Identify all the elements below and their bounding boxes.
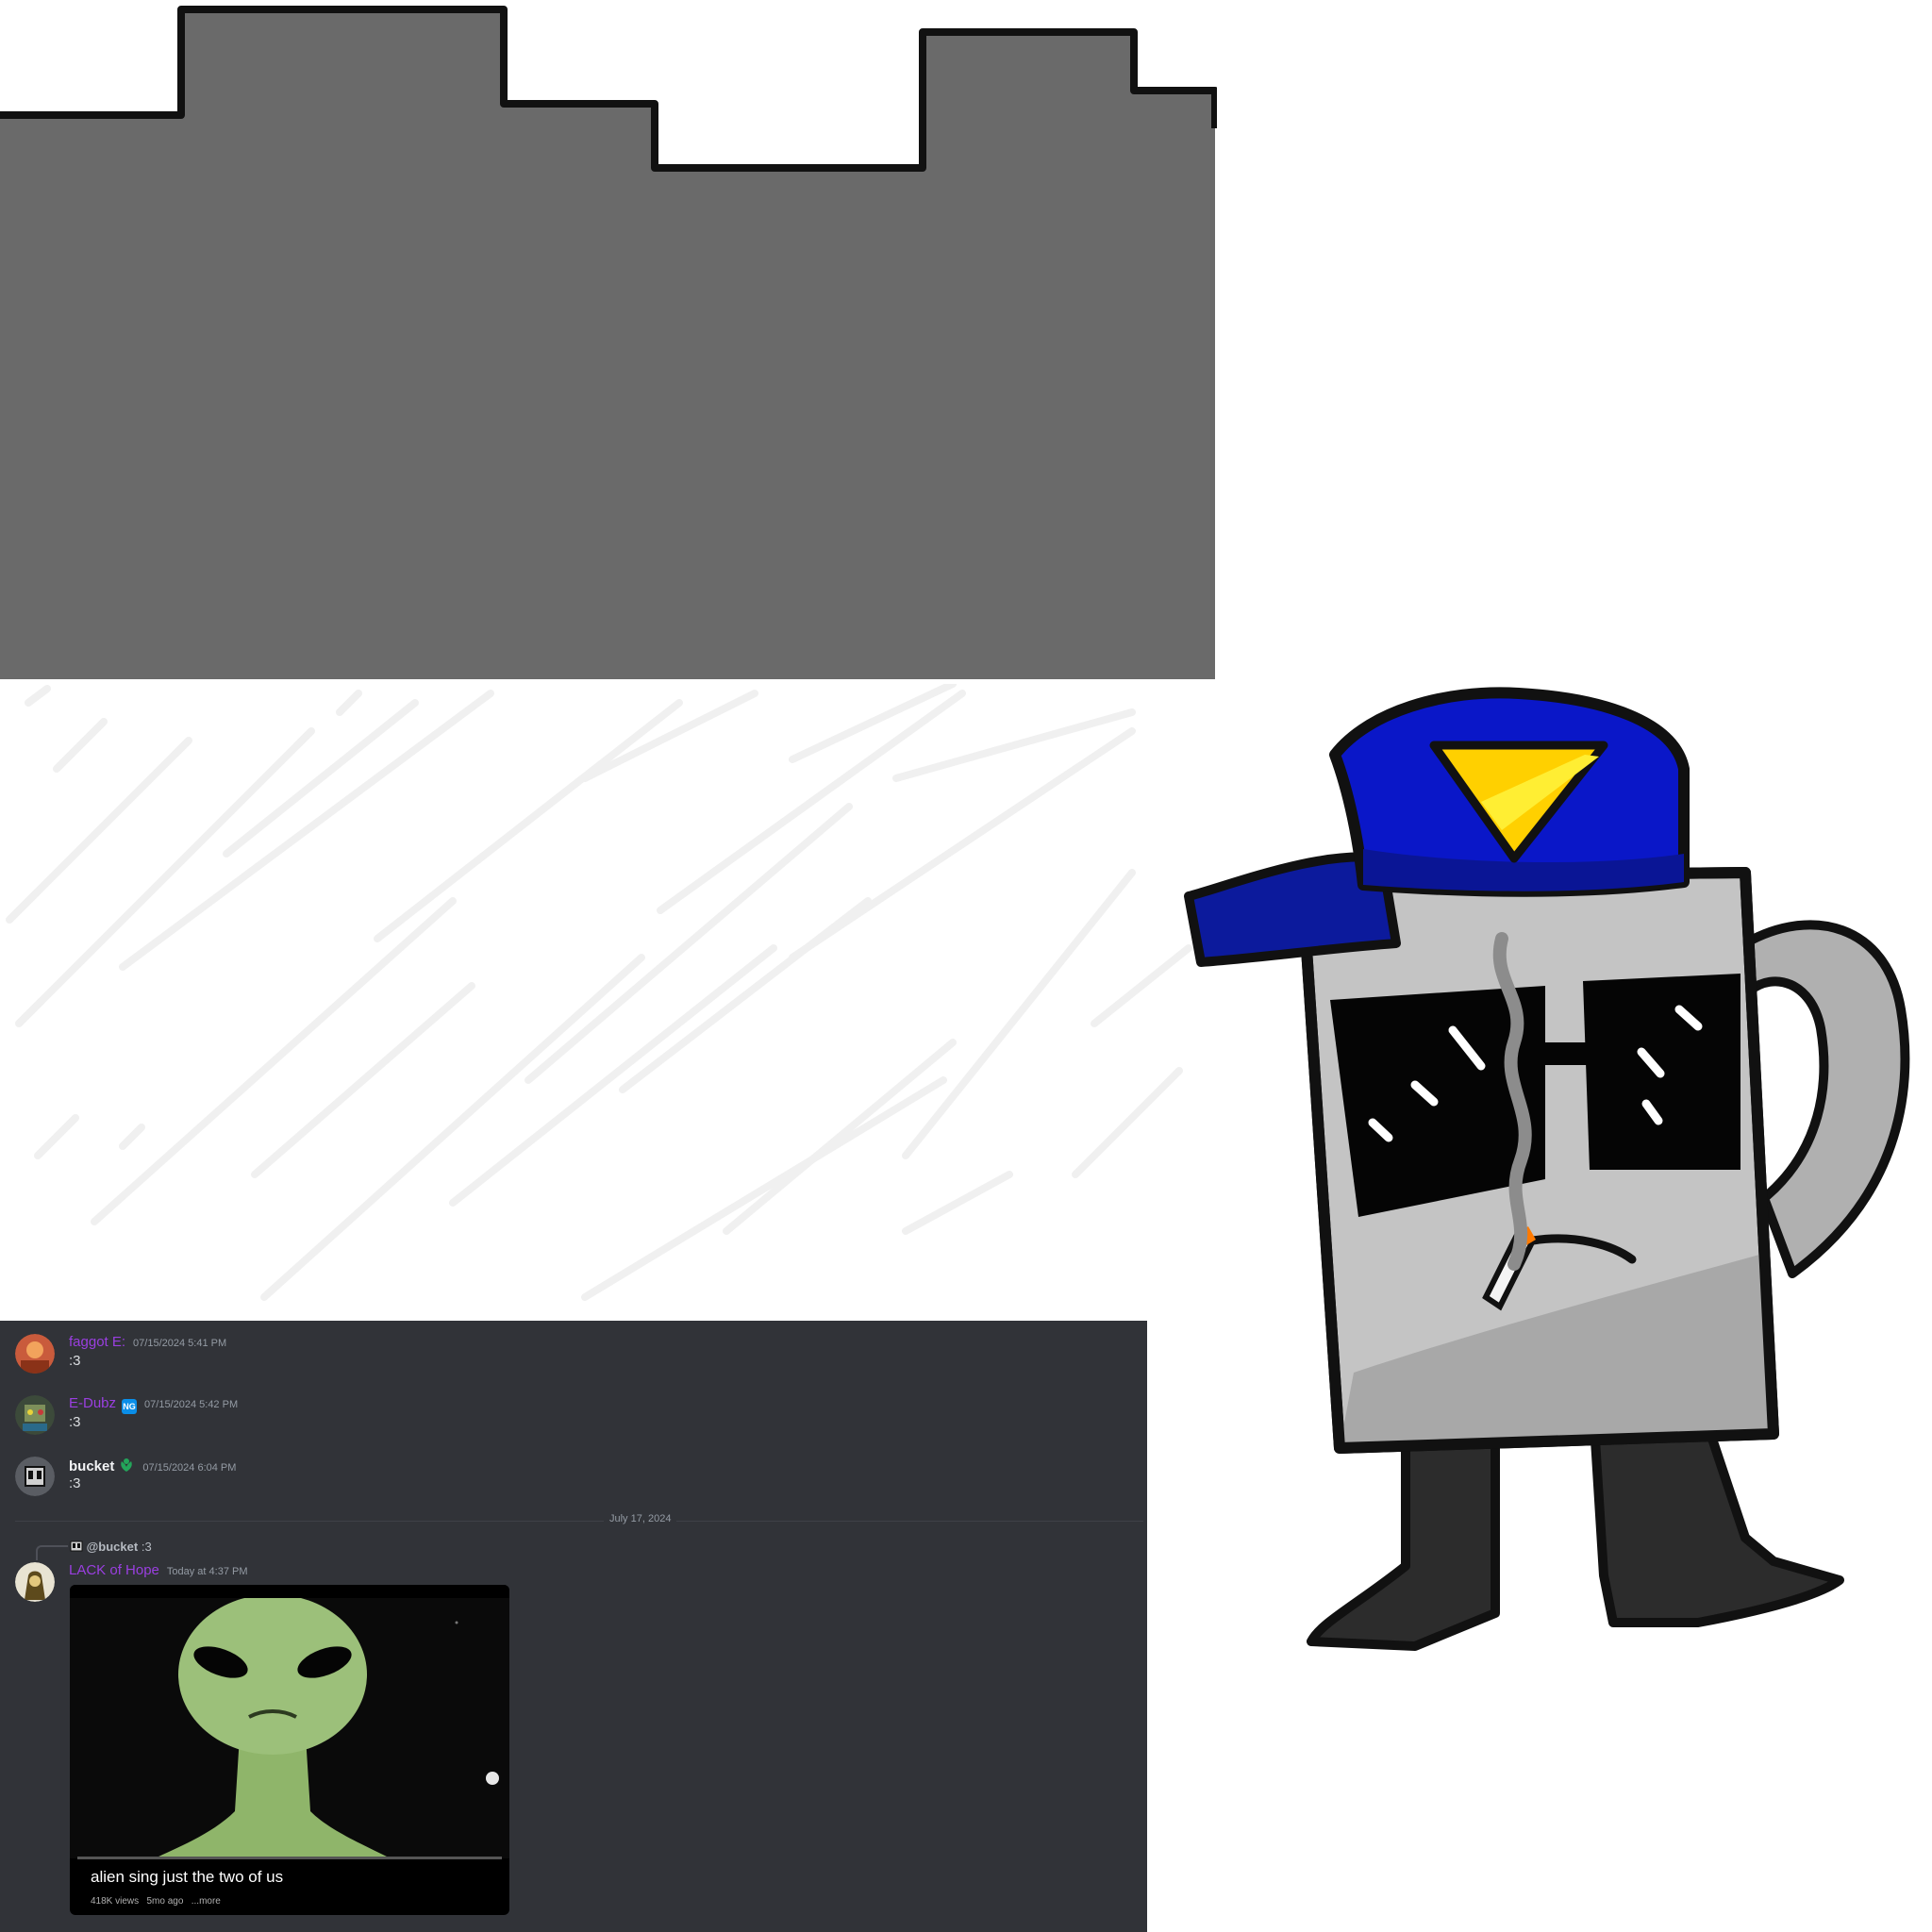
more-link[interactable]: ...more <box>192 1896 221 1907</box>
video-embed[interactable]: alien sing just the two of us 418K views… <box>70 1585 509 1915</box>
hooded-avatar[interactable] <box>15 1562 55 1602</box>
chat-message: E-Dubz NG 07/15/2024 5:42 PM :3 <box>15 1395 1138 1439</box>
video-progress-bar[interactable] <box>77 1857 502 1859</box>
skyline-silhouette <box>0 6 1217 679</box>
timestamp: 07/15/2024 5:41 PM <box>133 1338 227 1349</box>
reply-username[interactable]: @bucket <box>87 1540 139 1554</box>
video-thumbnail <box>70 1585 509 1858</box>
reply-connector <box>36 1545 68 1560</box>
chat-panel: faggot E: 07/15/2024 5:41 PM :3 E-Dubz NG 0… <box>0 1321 1147 1932</box>
reply-reference[interactable]: @bucket :3 <box>70 1540 152 1554</box>
message-text: :3 <box>69 1475 81 1491</box>
red-avatar[interactable] <box>15 1334 55 1374</box>
reply-avatar-icon <box>70 1541 83 1552</box>
reply-snippet: :3 <box>141 1540 152 1554</box>
robot-avatar[interactable] <box>15 1395 55 1435</box>
username[interactable]: faggot E: <box>69 1334 125 1350</box>
timestamp: 07/15/2024 5:42 PM <box>144 1399 239 1410</box>
video-title[interactable]: alien sing just the two of us <box>91 1868 283 1887</box>
username[interactable]: E-Dubz <box>69 1395 116 1411</box>
timestamp: Today at 4:37 PM <box>166 1566 248 1577</box>
video-stats: 418K views 5mo ago ...more <box>91 1896 221 1907</box>
bucket-avatar[interactable] <box>15 1457 55 1496</box>
date-divider: July 17, 2024 <box>604 1513 677 1524</box>
mug-character-illustration <box>1184 687 1910 1651</box>
username[interactable]: bucket <box>69 1458 114 1474</box>
username[interactable]: LACK of Hope <box>69 1562 159 1578</box>
chat-message: faggot E: 07/15/2024 5:41 PM :3 <box>15 1334 1138 1377</box>
video-views: 418K views <box>91 1896 140 1907</box>
message-text: :3 <box>69 1414 81 1430</box>
date-divider-line <box>15 1521 1143 1522</box>
chat-message: bucket 07/15/2024 6:04 PM :3 <box>15 1457 1138 1500</box>
video-age: 5mo ago <box>146 1896 184 1907</box>
leaf-icon <box>118 1457 135 1477</box>
message-text: :3 <box>69 1353 81 1369</box>
ng-badge: NG <box>122 1399 138 1414</box>
rain-streaks <box>6 684 1192 1301</box>
timestamp: 07/15/2024 6:04 PM <box>142 1462 237 1474</box>
